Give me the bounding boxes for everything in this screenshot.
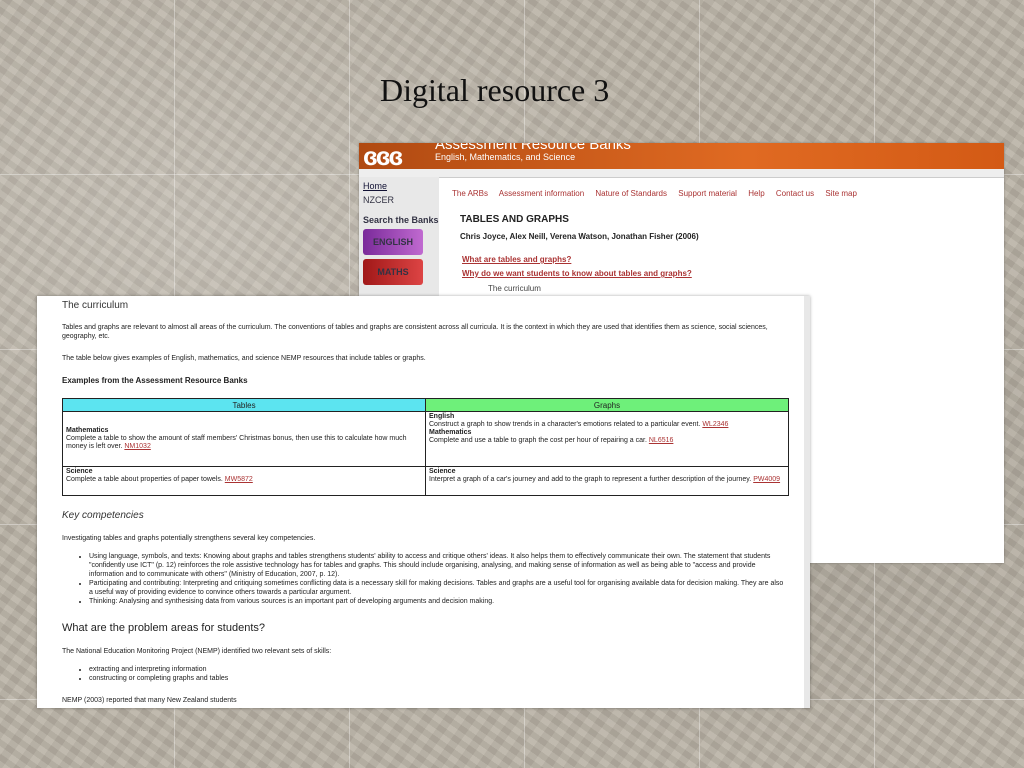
nav-the-arbs[interactable]: The ARBs (452, 189, 488, 198)
key-competencies-heading: Key competencies (62, 510, 144, 521)
nav-nature-of-standards[interactable]: Nature of Standards (595, 189, 667, 198)
resource-text: Complete a table about properties of pap… (66, 476, 223, 483)
curriculum-paragraph-2: The table below gives examples of Englis… (62, 355, 426, 362)
list-item: constructing or completing graphs and ta… (89, 674, 489, 683)
problem-areas-heading: What are the problem areas for students? (62, 622, 265, 634)
problem-areas-list: extracting and interpreting information … (77, 665, 489, 683)
key-competencies-list: Using language, symbols, and texts: Know… (77, 552, 789, 606)
subject-label: Mathematics (66, 427, 109, 434)
maths-button[interactable]: MATHS (363, 259, 423, 285)
nav-contact-us[interactable]: Contact us (776, 189, 814, 198)
nav-nzcer-link[interactable]: NZCER (363, 195, 439, 205)
why-tables-link[interactable]: Why do we want students to know about ta… (462, 269, 692, 278)
examples-heading: Examples from the Assessment Resource Ba… (62, 376, 248, 385)
arb-site-subtitle: English, Mathematics, and Science (435, 152, 576, 162)
resource-text: Interpret a graph of a car's journey and… (429, 476, 752, 483)
graphs-column-header: Graphs (425, 398, 789, 412)
nemp-report-line: NEMP (2003) reported that many New Zeala… (62, 697, 237, 704)
nav-help[interactable]: Help (748, 189, 764, 198)
resource-text: Complete and use a table to graph the co… (429, 437, 647, 444)
nav-site-map[interactable]: Site map (825, 189, 857, 198)
arb-header-band (359, 169, 1004, 178)
document-screenshot: The curriculum Tables and graphs are rel… (37, 296, 810, 708)
table-cell: Mathematics Complete a table to show the… (62, 411, 426, 467)
curriculum-paragraph-1: Tables and graphs are relevant to almost… (62, 324, 768, 340)
english-button[interactable]: ENGLISH (363, 229, 423, 255)
what-are-tables-link[interactable]: What are tables and graphs? (462, 255, 571, 264)
resource-link[interactable]: NL6516 (649, 437, 674, 444)
table-row: Science Complete a table about propertie… (62, 466, 789, 496)
subject-label: Science (429, 468, 456, 475)
subject-label: Science (66, 468, 93, 475)
search-banks-label: Search the Banks (363, 215, 439, 225)
arb-authors: Chris Joyce, Alex Neill, Verena Watson, … (460, 232, 699, 241)
list-item: extracting and interpreting information (89, 665, 489, 674)
list-item: Participating and contributing: Interpre… (89, 579, 789, 597)
table-row: Mathematics Complete a table to show the… (62, 411, 789, 467)
resource-link[interactable]: WL2346 (702, 421, 728, 428)
slide-title: Digital resource 3 (380, 72, 610, 108)
table-header-row: Tables Graphs (62, 398, 789, 412)
arb-page-title: TABLES AND GRAPHS (460, 214, 569, 225)
resource-link[interactable]: NM1032 (124, 443, 150, 450)
arb-header: ɞɞɞ Assessment Resource Banks English, M… (359, 143, 1004, 169)
resource-link[interactable]: PW4009 (753, 476, 780, 483)
arb-logo: ɞɞɞ (363, 143, 403, 169)
nav-assessment-information[interactable]: Assessment information (499, 189, 584, 198)
curriculum-toc-item[interactable]: The curriculum (488, 284, 541, 293)
subject-label: English (429, 413, 455, 420)
list-item: Thinking: Analysing and synthesising dat… (89, 597, 789, 606)
problem-areas-intro: The National Education Monitoring Projec… (62, 648, 332, 655)
curriculum-heading: The curriculum (62, 300, 129, 311)
list-item: Using language, symbols, and texts: Know… (89, 552, 789, 579)
resource-text: Construct a graph to show trends in a ch… (429, 421, 701, 428)
subject-label: Mathematics (429, 429, 472, 436)
nav-support-material[interactable]: Support material (678, 189, 737, 198)
resource-text: Complete a table to show the amount of s… (66, 435, 407, 450)
arb-top-nav: The ARBs Assessment information Nature o… (452, 189, 866, 198)
nav-home-link[interactable]: Home (363, 181, 439, 191)
table-cell: English Construct a graph to show trends… (425, 411, 789, 467)
tables-column-header: Tables (62, 398, 426, 412)
table-cell: Science Complete a table about propertie… (62, 466, 426, 496)
examples-table: Tables Graphs Mathematics Complete a tab… (62, 398, 789, 496)
table-cell: Science Interpret a graph of a car's jou… (425, 466, 789, 496)
key-competencies-intro: Investigating tables and graphs potentia… (62, 535, 316, 542)
resource-link[interactable]: MW5872 (225, 476, 253, 483)
